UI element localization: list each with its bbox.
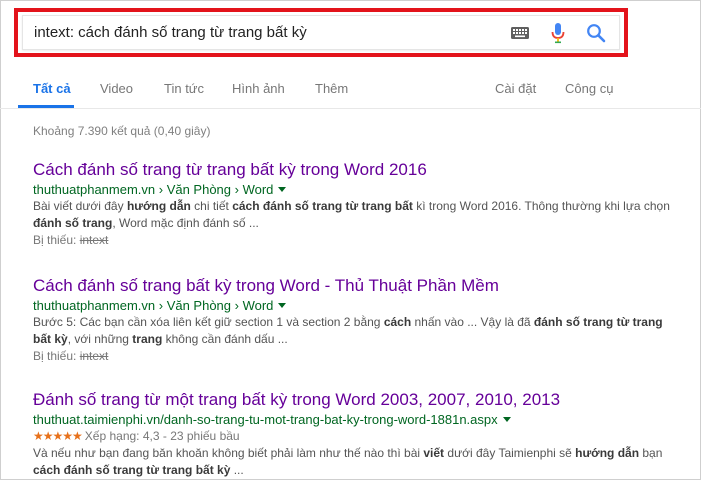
active-tab-indicator (18, 105, 74, 108)
tab-video[interactable]: Video (100, 81, 133, 96)
result-url[interactable]: thuthuatphanmem.vn › Văn Phòng › Word (33, 181, 673, 198)
snippet-bold-term: hướng dẫn (575, 446, 640, 460)
search-result: Cách đánh số trang từ trang bất kỳ trong… (33, 159, 673, 249)
search-result: Cách đánh số trang bất kỳ trong Word - T… (33, 275, 673, 365)
settings-link[interactable]: Cài đặt (495, 81, 536, 96)
snippet-bold-term: hướng dẫn (126, 199, 191, 213)
snippet-bold-term: cách (383, 315, 412, 329)
snippet-text: chi tiết (190, 199, 233, 213)
search-icon[interactable] (585, 22, 607, 44)
snippet-text: Bài viết dưới đây (33, 199, 127, 213)
snippet-bold-term: đánh số trang (33, 216, 113, 230)
tab-news[interactable]: Tin tức (164, 81, 204, 96)
result-stats: Khoảng 7.390 kết quả (0,40 giây) (33, 124, 211, 138)
snippet-text: không cần đánh dấu ... (162, 332, 288, 346)
search-box[interactable]: intext: cách đánh số trang từ trang bất … (22, 15, 620, 50)
tab-all[interactable]: Tất cả (33, 81, 71, 96)
snippet-text: , với những (67, 332, 133, 346)
result-snippet: Bước 5: Các bạn cần xóa liên kết giữ sec… (33, 314, 673, 348)
result-title-link[interactable]: Cách đánh số trang từ trang bất kỳ trong… (33, 159, 673, 181)
result-url[interactable]: thuthuatphanmem.vn › Văn Phòng › Word (33, 297, 673, 314)
tools-link[interactable]: Công cụ (565, 81, 613, 96)
caret-down-icon[interactable] (502, 417, 511, 422)
microphone-icon[interactable] (547, 22, 569, 44)
keyboard-icon[interactable] (509, 22, 531, 44)
result-url[interactable]: thuthuat.taimienphi.vn/danh-so-trang-tu-… (33, 411, 673, 428)
snippet-text: Và nếu như bạn đang băn khoăn không biết… (33, 446, 424, 460)
snippet-text: dưới đây Taimienphi sẽ (444, 446, 576, 460)
tab-more[interactable]: Thêm (315, 81, 348, 96)
result-snippet: Bài viết dưới đây hướng dẫn chi tiết các… (33, 198, 673, 232)
snippet-text: bạn (639, 446, 663, 460)
search-tabs: Tất cả Video Tin tức Hình ảnh Thêm Cài đ… (0, 72, 701, 109)
snippet-bold-term: cách đánh số trang từ trang bất (232, 199, 413, 213)
caret-down-icon[interactable] (278, 187, 287, 192)
missing-terms: Bị thiếu: intext (33, 349, 109, 363)
snippet-text: ... (230, 463, 244, 477)
tab-images[interactable]: Hình ảnh (232, 81, 285, 96)
snippet-bold-term: cách đánh số trang từ trang bất kỳ (33, 463, 231, 477)
search-input[interactable]: intext: cách đánh số trang từ trang bất … (23, 24, 509, 41)
result-rating: ★★★★★ Xếp hạng: 4,3 - 23 phiếu bầu (33, 429, 240, 443)
star-rating-icon: ★★★★★ (33, 429, 83, 443)
snippet-text: , Word mặc định đánh số ... (112, 216, 259, 230)
search-highlight-frame: intext: cách đánh số trang từ trang bất … (14, 8, 628, 57)
result-title-link[interactable]: Đánh số trang từ một trang bất kỳ trong … (33, 389, 673, 411)
missing-terms: Bị thiếu: intext (33, 233, 109, 247)
result-title-link[interactable]: Cách đánh số trang bất kỳ trong Word - T… (33, 275, 673, 297)
search-result: Đánh số trang từ một trang bất kỳ trong … (33, 389, 673, 479)
snippet-bold-term: trang (132, 332, 163, 346)
caret-down-icon[interactable] (278, 303, 287, 308)
snippet-text: nhấn vào ... Vậy là đã (411, 315, 534, 329)
snippet-bold-term: viết (423, 446, 445, 460)
snippet-text: Bước 5: Các bạn cần xóa liên kết giữ sec… (33, 315, 384, 329)
snippet-text: kì trong Word 2016. Thông thường khi lựa… (412, 199, 670, 213)
result-snippet: Và nếu như bạn đang băn khoăn không biết… (33, 445, 673, 479)
